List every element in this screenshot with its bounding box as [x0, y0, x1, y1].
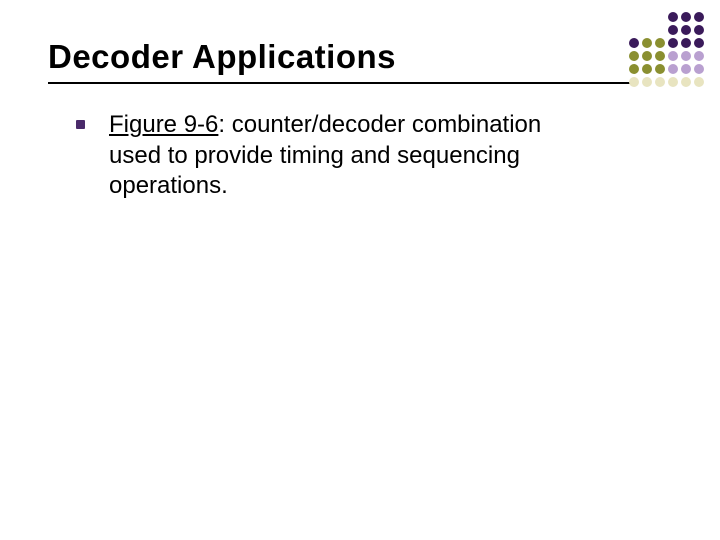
content-area: Figure 9-6: counter/decoder combination … — [76, 110, 596, 202]
figure-reference: Figure 9-6 — [109, 111, 218, 138]
bullet-icon — [76, 120, 85, 129]
page-title: Decoder Applications — [48, 38, 396, 76]
decorative-dots-icon — [629, 12, 704, 87]
bullet-text: Figure 9-6: counter/decoder combination … — [109, 110, 596, 202]
bullet-item: Figure 9-6: counter/decoder combination … — [76, 110, 596, 202]
title-underline — [48, 82, 638, 84]
